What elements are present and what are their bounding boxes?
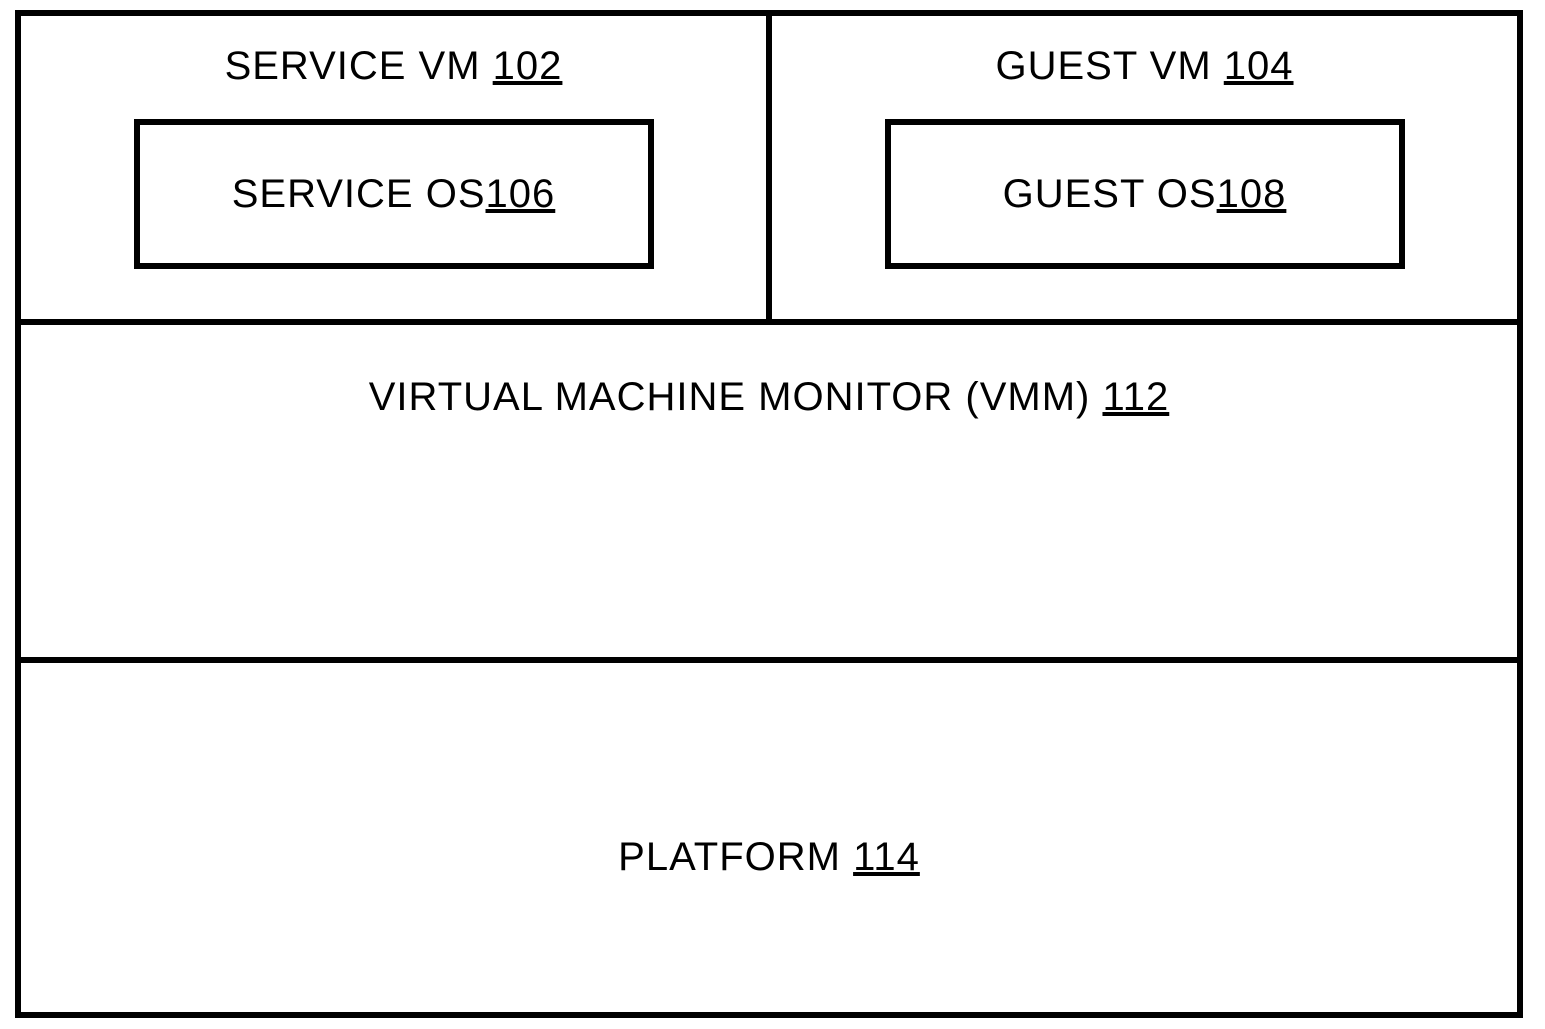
platform-title: PLATFORM 114: [618, 835, 920, 880]
platform-box: PLATFORM 114: [15, 663, 1523, 1018]
service-os-box: SERVICE OS 106: [134, 119, 654, 269]
vm-architecture-diagram: SERVICE VM 102 SERVICE OS 106 GUEST VM 1…: [15, 10, 1523, 1018]
guest-vm-label: GUEST VM: [995, 44, 1223, 88]
service-vm-label: SERVICE VM: [225, 44, 493, 88]
guest-vm-box: GUEST VM 104 GUEST OS 108: [769, 10, 1523, 325]
vmm-title: VIRTUAL MACHINE MONITOR (VMM) 112: [369, 375, 1170, 657]
guest-os-label: GUEST OS: [1003, 172, 1217, 217]
service-vm-box: SERVICE VM 102 SERVICE OS 106: [15, 10, 769, 325]
platform-ref: 114: [853, 835, 920, 879]
guest-os-ref: 108: [1217, 172, 1287, 217]
service-vm-ref: 102: [493, 44, 563, 88]
service-os-ref: 106: [486, 172, 556, 217]
vmm-label: VIRTUAL MACHINE MONITOR (VMM): [369, 375, 1103, 419]
guest-os-box: GUEST OS 108: [885, 119, 1405, 269]
service-vm-title: SERVICE VM 102: [225, 44, 563, 89]
guest-vm-title: GUEST VM 104: [995, 44, 1293, 89]
vmm-ref: 112: [1102, 375, 1169, 419]
guest-vm-ref: 104: [1224, 44, 1294, 88]
vm-row: SERVICE VM 102 SERVICE OS 106 GUEST VM 1…: [15, 10, 1523, 325]
platform-label: PLATFORM: [618, 835, 853, 879]
vmm-box: VIRTUAL MACHINE MONITOR (VMM) 112: [15, 325, 1523, 663]
service-os-label: SERVICE OS: [232, 172, 486, 217]
